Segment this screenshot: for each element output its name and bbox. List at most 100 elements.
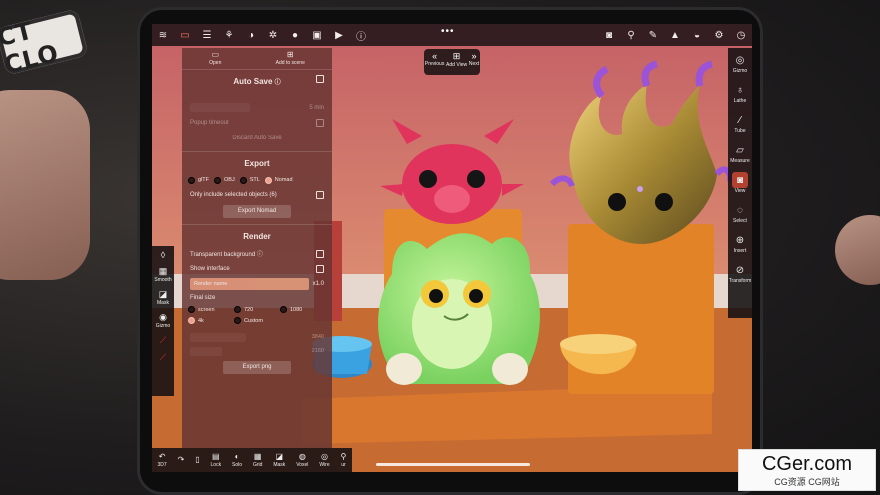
- size-1080-radio[interactable]: 1080: [280, 306, 326, 313]
- height-row: 2160: [182, 344, 332, 358]
- home-indicator[interactable]: [376, 463, 530, 466]
- size-720-radio[interactable]: 720: [234, 306, 280, 313]
- tool-gizmo[interactable]: ◎ Gizmo: [732, 52, 748, 75]
- right-toolbar: ◎ Gizmo ♁ Lathe ∕ Tube ▱ Measure ◙ View ◌ Sele…: [728, 48, 752, 318]
- export-png-button[interactable]: Export png: [223, 361, 291, 374]
- redo-button[interactable]: ↷: [178, 455, 185, 465]
- export-title: Export: [244, 159, 270, 168]
- undo-icon: ↶: [158, 452, 166, 461]
- settings-icon[interactable]: ⚙: [708, 24, 730, 46]
- help-icon[interactable]: ⓘ: [257, 252, 263, 258]
- lock-icon: ▤: [212, 452, 220, 461]
- info-icon[interactable]: ⓘ: [350, 24, 372, 46]
- material-icon[interactable]: ◒: [686, 24, 708, 46]
- add-to-scene-button[interactable]: ⊞ Add to scene: [276, 50, 305, 69]
- more-button[interactable]: ⚲ ur: [341, 452, 347, 468]
- size-custom-radio[interactable]: Custom: [234, 317, 280, 324]
- drop-icon: ◊: [160, 250, 166, 260]
- autosave-title: Auto Save ⓘ: [233, 77, 281, 86]
- sphere-icon[interactable]: ◑: [240, 24, 262, 46]
- autosave-interval-row: 5 min: [182, 100, 332, 115]
- right-hand: [835, 215, 880, 285]
- format-stl-radio[interactable]: STL: [239, 176, 260, 184]
- render-scale[interactable]: x1.0: [313, 281, 324, 287]
- multitask-dots[interactable]: •••: [441, 26, 455, 37]
- tool-tube[interactable]: ∕ Tube: [732, 112, 748, 135]
- add-view-button[interactable]: ⊞ Add View: [446, 51, 467, 75]
- render-name-input[interactable]: Render name: [190, 278, 309, 290]
- triangle-icon[interactable]: ▲: [664, 24, 686, 46]
- divider: [182, 224, 332, 225]
- more-icon: ⚲: [340, 452, 347, 461]
- format-gltf-radio[interactable]: glTF: [188, 176, 209, 184]
- trash-icon: ▯: [195, 455, 200, 464]
- popup-timeout-checkbox[interactable]: [316, 118, 324, 127]
- camera-icon[interactable]: ◙: [598, 24, 620, 46]
- brush-icon[interactable]: ✎: [642, 24, 664, 46]
- tool-insert[interactable]: ⊕ Insert: [732, 232, 748, 255]
- filter-icon[interactable]: ⚲: [620, 24, 642, 46]
- width-row: 3840: [182, 330, 332, 344]
- chevron-left-icon: «: [432, 51, 438, 61]
- export-nomad-button[interactable]: Export Nomad: [223, 205, 291, 218]
- autosave-checkbox[interactable]: [316, 75, 324, 83]
- image-icon[interactable]: ▣: [306, 24, 328, 46]
- discard-autosave-button[interactable]: Discard Auto Save: [232, 135, 281, 141]
- voxel-button[interactable]: ◍ Voxel: [296, 452, 308, 468]
- layers-icon[interactable]: ☰: [196, 24, 218, 46]
- folder-icon[interactable]: ▭: [174, 24, 196, 46]
- stroke-slider[interactable]: ⟋: [160, 335, 166, 346]
- tool-lathe[interactable]: ♁ Lathe: [732, 82, 748, 105]
- mask-button[interactable]: ◪ Mask: [273, 452, 285, 468]
- tool-select[interactable]: ◌ Select: [732, 202, 748, 225]
- only-selected-checkbox[interactable]: [316, 190, 324, 199]
- size-4k-radio[interactable]: 4k: [188, 317, 234, 324]
- lock-button[interactable]: ▤ Lock: [211, 452, 222, 468]
- width-slider[interactable]: [190, 332, 246, 342]
- transparent-checkbox[interactable]: [316, 249, 324, 258]
- only-selected-row: Only include selected objects (6): [182, 187, 332, 202]
- tool-mask[interactable]: ◪ Mask: [157, 289, 169, 306]
- mask-icon: ◪: [275, 452, 284, 461]
- tool-drop[interactable]: ◊: [161, 250, 165, 260]
- height-slider[interactable]: [190, 346, 222, 356]
- logo-icon[interactable]: ≋: [152, 24, 174, 46]
- format-obj-radio[interactable]: OBJ: [214, 176, 235, 184]
- ruler-icon: ▱: [736, 144, 744, 156]
- left-toolbar: ◊ ▦ Smooth ◪ Mask ◉ Gizmo ⟋ ⟋: [152, 246, 174, 396]
- help-icon[interactable]: ⓘ: [275, 80, 281, 86]
- sun-icon[interactable]: ●: [284, 24, 306, 46]
- tool-measure[interactable]: ▱ Measure: [730, 142, 749, 165]
- share-nodes-icon[interactable]: ⚘: [218, 24, 240, 46]
- transparent-row: Transparent background ⓘ: [182, 246, 332, 261]
- delete-button[interactable]: ▯: [195, 455, 199, 465]
- tube-icon: ∕: [739, 114, 741, 126]
- tool-view[interactable]: ◙ View: [732, 172, 748, 194]
- next-view-button[interactable]: » Next: [469, 51, 479, 75]
- tool-smooth[interactable]: ▦ Smooth: [154, 266, 171, 283]
- show-interface-checkbox[interactable]: [316, 264, 324, 273]
- gear-icon[interactable]: ✲: [262, 24, 284, 46]
- grid-button[interactable]: ▦ Grid: [253, 452, 262, 468]
- wire-button[interactable]: ◎ Wire: [319, 452, 329, 468]
- mask-icon: ◪: [158, 289, 168, 299]
- solo-icon: ◐: [234, 452, 240, 461]
- size-slider[interactable]: ⟋: [160, 352, 166, 363]
- clock-icon[interactable]: ◷: [730, 24, 752, 46]
- video-icon[interactable]: ▶: [328, 24, 350, 46]
- solo-button[interactable]: ◐ Solo: [232, 452, 242, 468]
- smooth-icon: ▦: [158, 266, 168, 276]
- discard-row[interactable]: Discard Auto Save: [182, 130, 332, 145]
- undo-button[interactable]: ↶ 3D7: [157, 452, 166, 468]
- size-screen-radio[interactable]: screen: [188, 306, 234, 313]
- format-nomad-radio[interactable]: Nomad: [264, 176, 293, 184]
- open-button[interactable]: ▭ Open: [209, 50, 221, 69]
- previous-view-button[interactable]: «Previous: [425, 51, 444, 75]
- folder-icon: ▭: [211, 50, 220, 59]
- tool-gizmo-left[interactable]: ◉ Gizmo: [156, 312, 170, 329]
- wire-icon: ◎: [320, 452, 328, 461]
- select-icon: ◌: [737, 204, 743, 216]
- tool-transform[interactable]: ⊘ Transform: [729, 262, 752, 285]
- interval-slider[interactable]: [190, 103, 250, 112]
- popup-timeout-row: Popup timeout: [182, 115, 332, 130]
